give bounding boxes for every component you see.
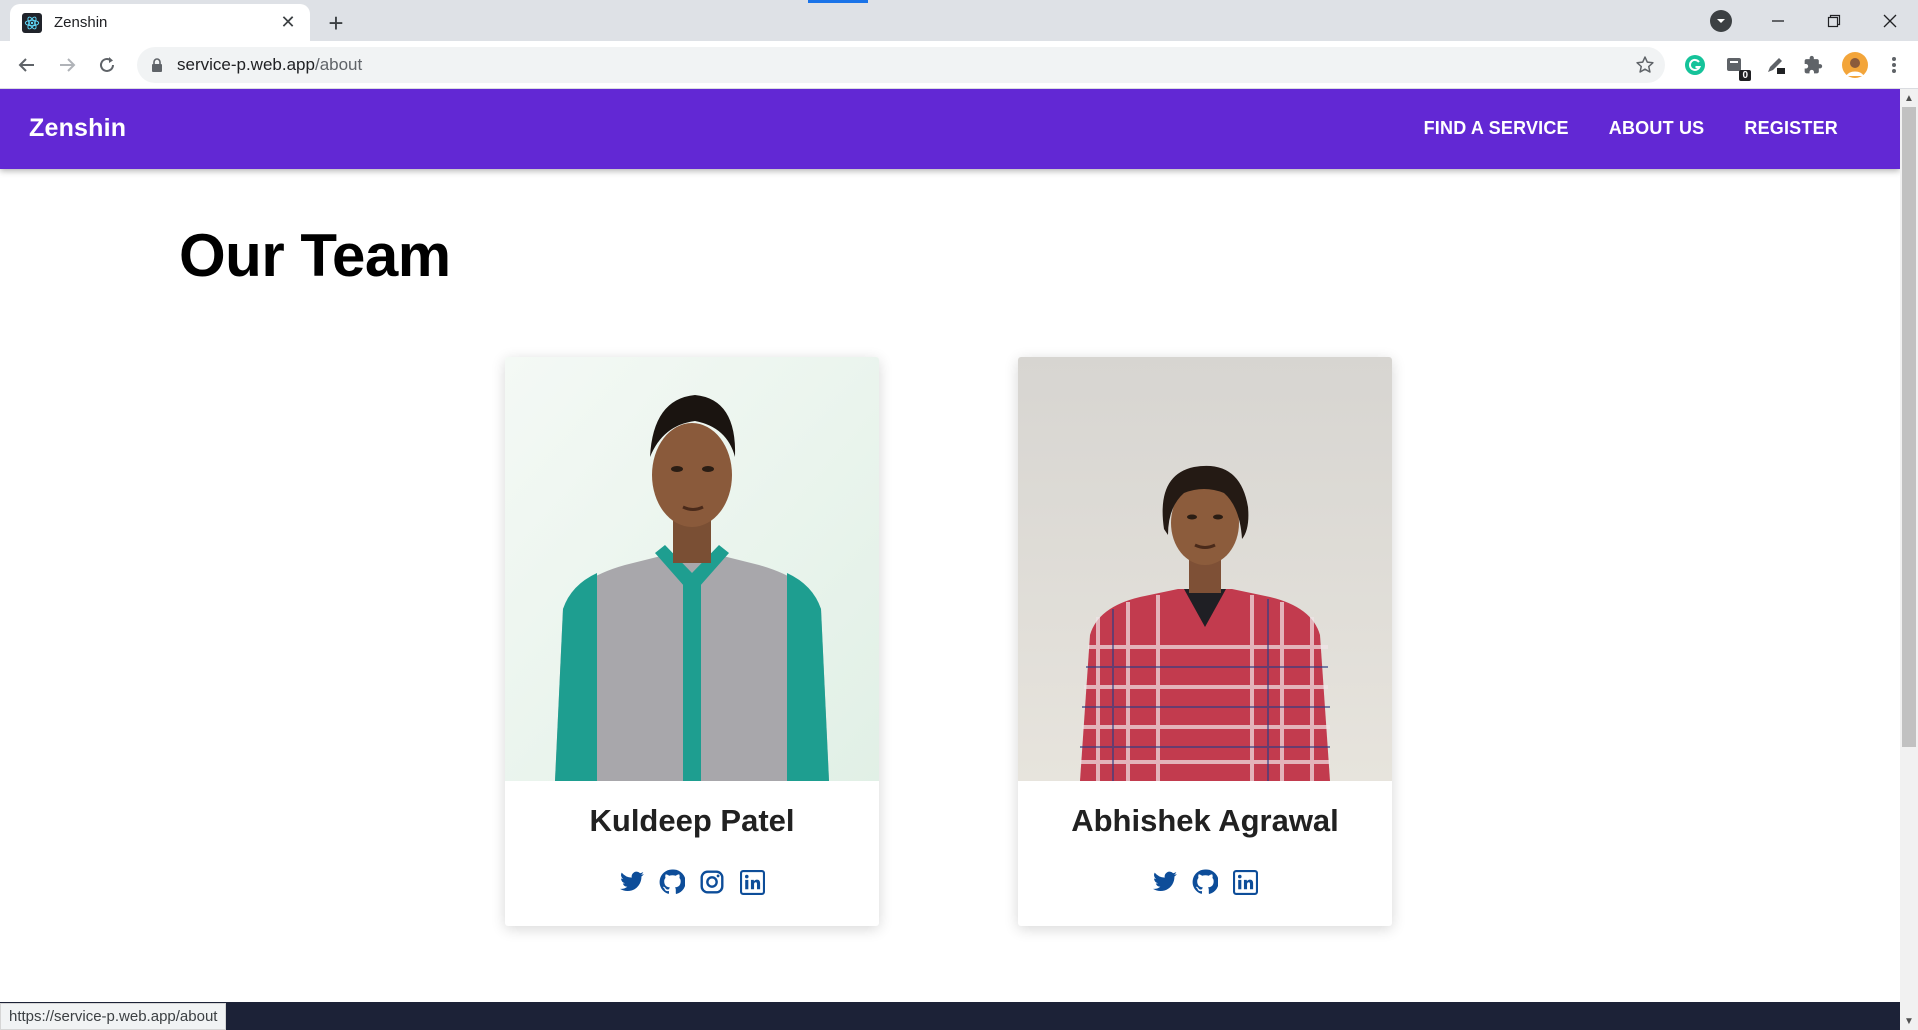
site-footer — [0, 1002, 1900, 1030]
pen-extension-icon[interactable] — [1763, 53, 1787, 77]
linkedin-icon[interactable] — [1232, 869, 1258, 895]
page-scrollbar[interactable]: ▲ ▼ — [1900, 89, 1918, 1030]
scroll-thumb[interactable] — [1902, 107, 1916, 747]
reload-icon[interactable] — [92, 50, 122, 80]
tab-close-icon[interactable]: ✕ — [278, 12, 298, 33]
page-title: Our Team — [179, 222, 451, 289]
react-favicon-icon — [22, 12, 42, 33]
minimize-icon[interactable] — [1750, 0, 1806, 41]
address-bar[interactable]: service-p.web.app/about — [137, 47, 1665, 83]
team-member-card: Kuldeep Patel — [505, 357, 879, 926]
grammarly-extension-icon[interactable] — [1683, 53, 1707, 77]
nav-find-a-service[interactable]: FIND A SERVICE — [1424, 118, 1569, 139]
github-icon[interactable] — [1192, 869, 1218, 895]
github-icon[interactable] — [659, 869, 685, 895]
team-member-card: Abhishek Agrawal — [1018, 357, 1392, 926]
nav-about-us[interactable]: ABOUT US — [1609, 118, 1705, 139]
tab-search-icon[interactable] — [1710, 10, 1732, 32]
browser-toolbar: service-p.web.app/about 0 — [0, 41, 1918, 89]
social-links — [1018, 869, 1392, 895]
page-viewport: Zenshin FIND A SERVICE ABOUT US REGISTER… — [0, 89, 1900, 1030]
browser-tabstrip: Zenshin ✕ + — [0, 0, 1918, 41]
new-tab-button[interactable]: + — [322, 8, 350, 38]
url-path: /about — [314, 55, 363, 74]
tab-title: Zenshin — [54, 14, 108, 31]
profile-avatar[interactable] — [1841, 51, 1869, 79]
twitter-icon[interactable] — [1152, 869, 1178, 895]
browser-menu-icon[interactable] — [1882, 53, 1906, 77]
window-controls — [1750, 0, 1918, 41]
member-name: Abhishek Agrawal — [1071, 803, 1339, 838]
forward-icon[interactable] — [52, 50, 82, 80]
scroll-down-icon[interactable]: ▼ — [1900, 1012, 1918, 1030]
extensions-puzzle-icon[interactable] — [1801, 53, 1825, 77]
extension-badge-icon[interactable]: 0 — [1723, 53, 1751, 81]
bookmark-star-icon[interactable] — [1635, 55, 1655, 75]
restore-icon[interactable] — [1806, 0, 1862, 41]
close-window-icon[interactable] — [1862, 0, 1918, 41]
social-links — [505, 869, 879, 895]
tabstrip-indicator — [808, 0, 868, 3]
nav-links: FIND A SERVICE ABOUT US REGISTER — [1424, 118, 1838, 139]
member-photo — [505, 357, 879, 781]
nav-register[interactable]: REGISTER — [1744, 118, 1838, 139]
extension-badge-count: 0 — [1739, 70, 1751, 81]
brand-logo[interactable]: Zenshin — [29, 114, 126, 143]
twitter-icon[interactable] — [619, 869, 645, 895]
browser-tab[interactable]: Zenshin ✕ — [10, 4, 310, 41]
site-navbar: Zenshin FIND A SERVICE ABOUT US REGISTER — [0, 89, 1900, 169]
link-status-bubble: https://service-p.web.app/about — [0, 1003, 227, 1030]
member-photo — [1018, 357, 1392, 781]
scroll-up-icon[interactable]: ▲ — [1900, 89, 1918, 107]
lock-icon — [151, 58, 163, 72]
url-host: service-p.web.app — [177, 55, 315, 74]
linkedin-icon[interactable] — [739, 869, 765, 895]
instagram-icon[interactable] — [699, 869, 725, 895]
back-icon[interactable] — [12, 50, 42, 80]
member-name: Kuldeep Patel — [589, 803, 795, 838]
